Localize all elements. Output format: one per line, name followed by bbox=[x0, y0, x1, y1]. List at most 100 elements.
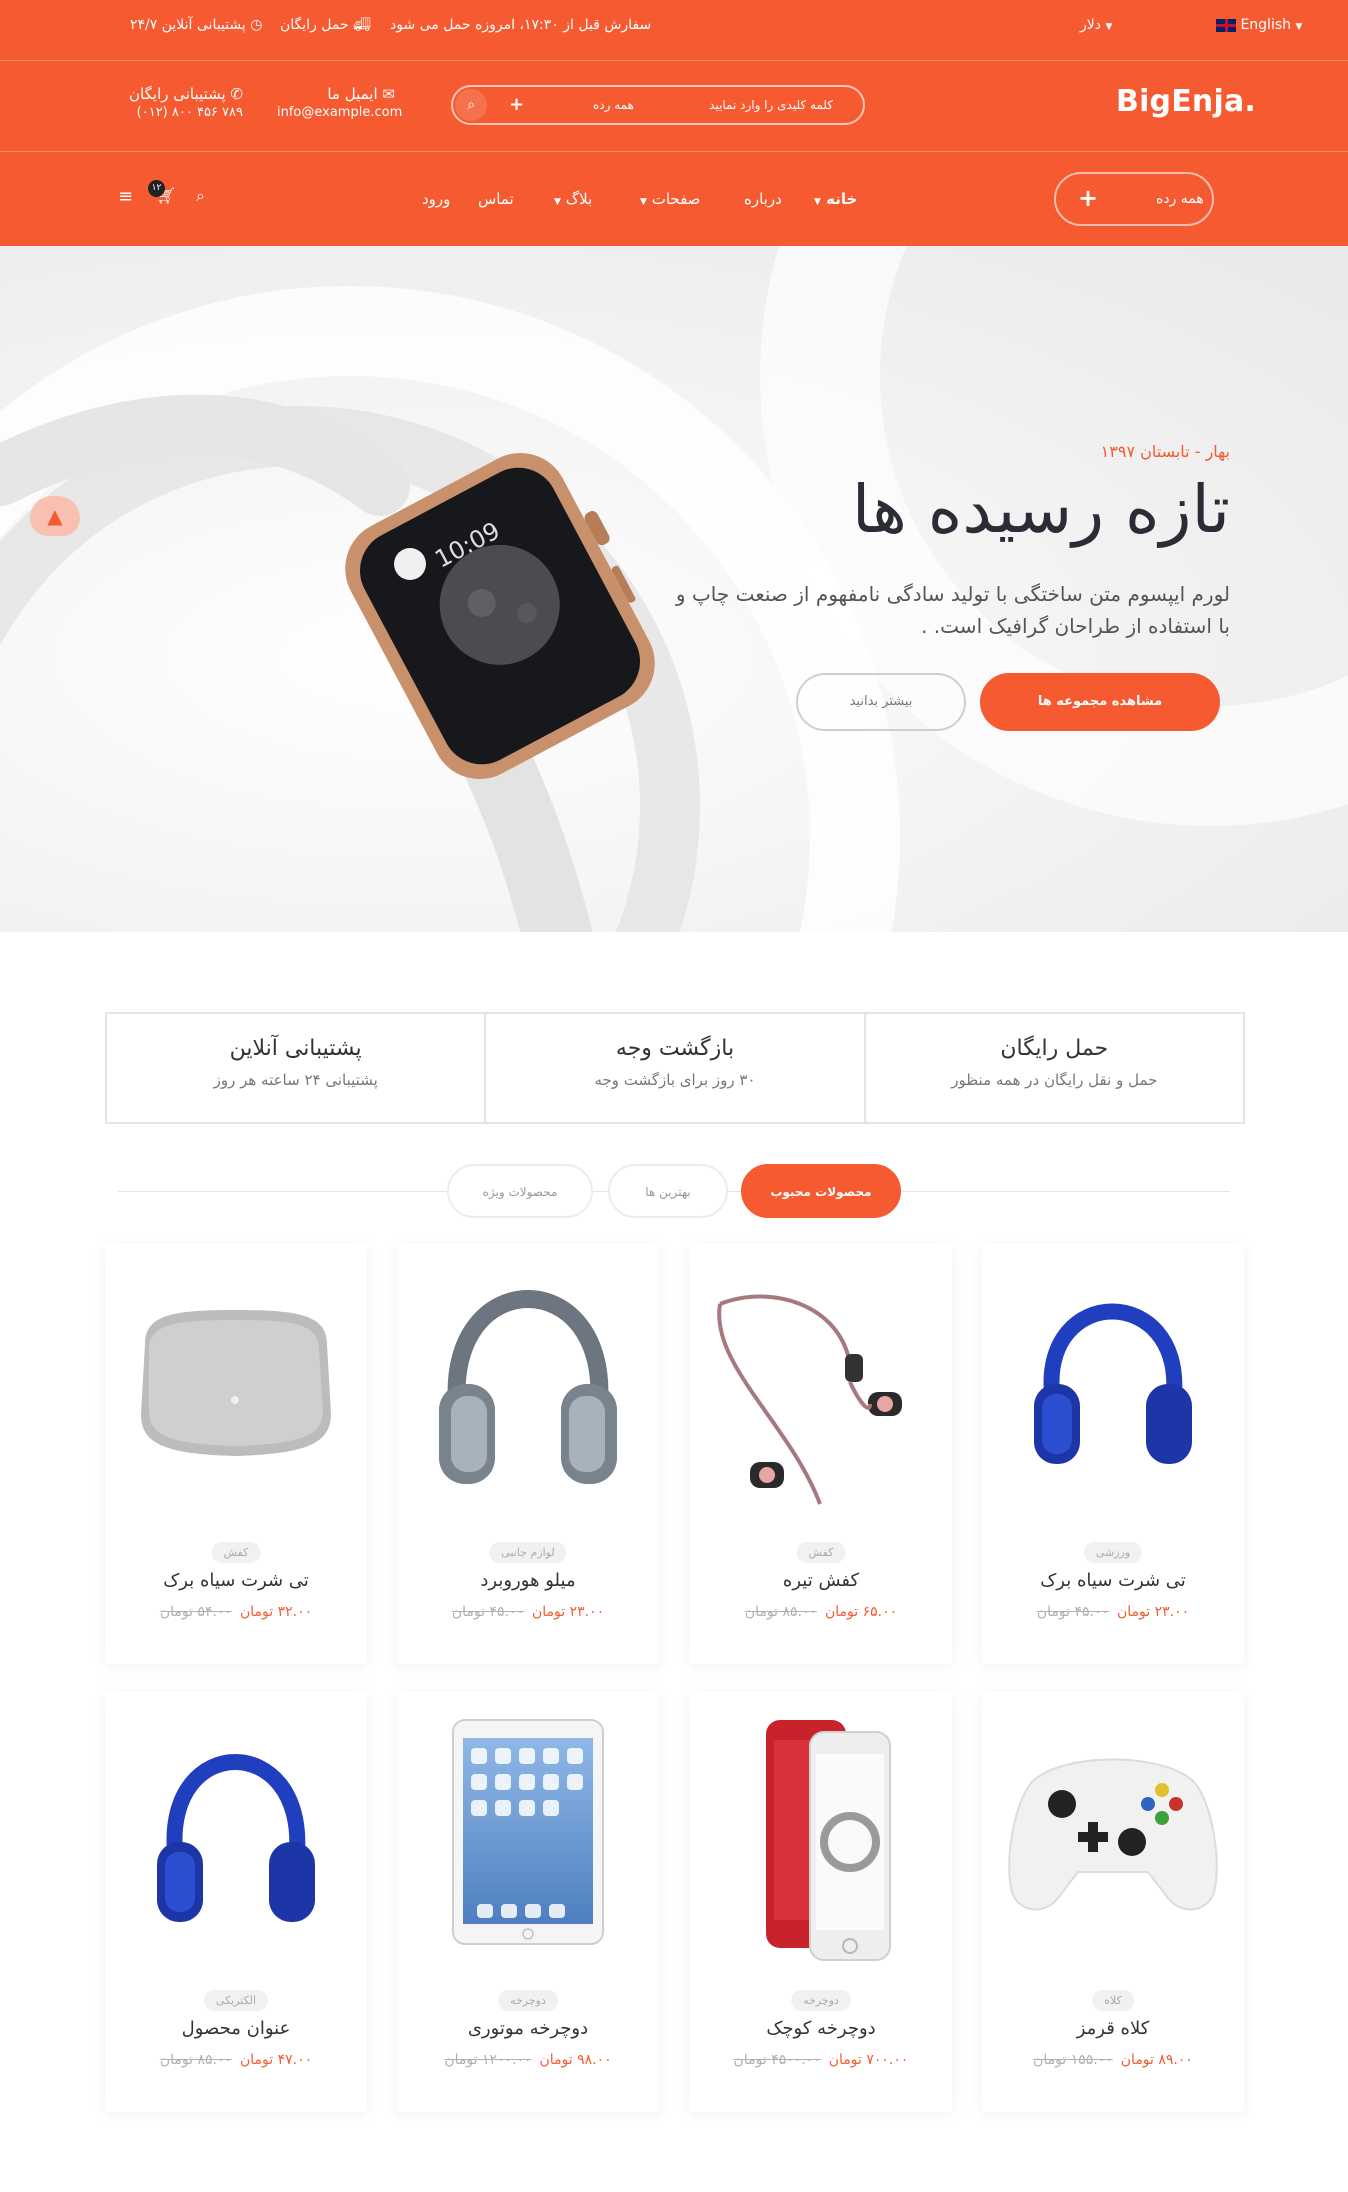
support-text: ۲۴/۷ پشتیبانی آنلاین bbox=[130, 17, 246, 33]
free-shipping-note: حمل رایگان 🚚︎ bbox=[280, 17, 371, 33]
phone-contact: پشتیبانی رایگان ✆ (۰۱۲) ۸۰۰ ۴۵۶ ۷۸۹ bbox=[118, 84, 243, 122]
all-categories-label: همه رده bbox=[1156, 191, 1204, 207]
hero-title: تازه رسیده ها bbox=[851, 471, 1230, 548]
currency-selector[interactable]: دلار ▼ bbox=[1080, 17, 1112, 33]
product-price: ۳۲.۰۰ تومان ۵۴.۰۰ تومان bbox=[105, 1604, 367, 1620]
language-selector[interactable]: English ▼ bbox=[1210, 17, 1302, 33]
nav-item-home[interactable]: ▼ خانه bbox=[814, 190, 857, 208]
product-card[interactable]: ورزشی تی شرت سیاه برک ۲۳.۰۰ تومان ۴۵.۰۰ ت… bbox=[982, 1244, 1244, 1664]
divider bbox=[0, 60, 1348, 61]
language-label: English bbox=[1240, 17, 1292, 33]
email-contact: ایمیل ما ✉ info@example.com bbox=[277, 84, 402, 122]
price-old: ۱۵۵.۰۰ تومان bbox=[1033, 2052, 1113, 2068]
red-phone-icon bbox=[766, 1720, 891, 1961]
product-card[interactable]: کفش کفش تیره ۶۵.۰۰ تومان ۸۵.۰۰ تومان bbox=[690, 1244, 952, 1664]
view-collections-button[interactable]: مشاهده مجموعه ها bbox=[980, 673, 1220, 731]
feature-title: پشتیبانی آنلاین bbox=[229, 1036, 362, 1061]
price-current: ۷۰۰.۰۰ تومان bbox=[828, 2052, 909, 2068]
product-price: ۷۰۰.۰۰ تومان ۴۵۰۰.۰۰ تومان bbox=[690, 2052, 952, 2068]
menu-icon[interactable]: ≡ bbox=[118, 186, 133, 207]
product-name[interactable]: کفش تیره bbox=[690, 1570, 952, 1591]
price-old: ۴۵۰۰.۰۰ تومان bbox=[733, 2052, 821, 2068]
product-price: ۴۷.۰۰ تومان ۸۵.۰۰ تومان bbox=[105, 2052, 367, 2068]
email-title: ایمیل ما bbox=[327, 85, 378, 103]
product-card[interactable]: لوازم جانبی میلو هوروبرد ۲۳.۰۰ تومان ۴۵.۰… bbox=[397, 1244, 659, 1664]
divider bbox=[0, 151, 1348, 152]
product-name[interactable]: عنوان محصول bbox=[105, 2018, 367, 2039]
plus-icon: + bbox=[1078, 184, 1099, 212]
currency-label: دلار bbox=[1080, 17, 1101, 33]
support-note: ۲۴/۷ پشتیبانی آنلاین ◷ bbox=[130, 17, 262, 33]
price-current: ۲۳.۰۰ تومان bbox=[1117, 1604, 1190, 1620]
blue-headphones-icon bbox=[157, 1754, 315, 1922]
chevron-down-icon: ▼ bbox=[814, 197, 821, 207]
phone-icon: ✆ bbox=[230, 85, 243, 103]
category-plus-icon[interactable]: + bbox=[509, 94, 524, 115]
price-current: ۹۸.۰۰ تومان bbox=[539, 2052, 612, 2068]
product-price: ۸۹.۰۰ تومان ۱۵۵.۰۰ تومان bbox=[982, 2052, 1244, 2068]
search-icon[interactable]: ⌕ bbox=[196, 186, 205, 206]
product-tag: دوچرخه bbox=[791, 1990, 851, 2011]
grey-headphones-icon bbox=[439, 1290, 617, 1484]
tab-best[interactable]: بهترین ها bbox=[608, 1164, 728, 1218]
chevron-down-icon: ▼ bbox=[1295, 22, 1303, 32]
product-price: ۲۳.۰۰ تومان ۴۵.۰۰ تومان bbox=[982, 1604, 1244, 1620]
nav-pages-label: صفحات bbox=[651, 190, 701, 208]
product-name[interactable]: دوچرخه کوچک bbox=[690, 2018, 952, 2039]
envelope-icon: ✉ bbox=[382, 85, 395, 103]
nav-home-label: خانه bbox=[826, 190, 858, 208]
smartwatch-image: 10:09 bbox=[0, 394, 655, 932]
flag-uk-icon bbox=[1216, 18, 1236, 32]
feature-title: حمل رایگان bbox=[1000, 1036, 1109, 1061]
site-logo[interactable]: BigEnja. bbox=[1116, 84, 1256, 119]
product-tag: کفش bbox=[796, 1542, 846, 1563]
speaker-icon bbox=[141, 1310, 331, 1456]
product-name[interactable]: تی شرت سیاه برک bbox=[982, 1570, 1244, 1591]
product-name[interactable]: میلو هوروبرد bbox=[397, 1570, 659, 1591]
product-card[interactable]: کفش تی شرت سیاه برک ۳۲.۰۰ تومان ۵۴.۰۰ توم… bbox=[105, 1244, 367, 1664]
product-tag: کلاه bbox=[1092, 1990, 1134, 2011]
tab-popular[interactable]: محصولات محبوب bbox=[741, 1164, 901, 1218]
nav-item-blog[interactable]: ▼ بلاگ bbox=[554, 190, 592, 208]
rocket-icon[interactable]: ▲ bbox=[30, 496, 80, 536]
phone-value: (۰۱۲) ۸۰۰ ۴۵۶ ۷۸۹ bbox=[136, 105, 243, 121]
feature-desc: حمل و نقل رایگان در همه منظور bbox=[951, 1071, 1158, 1089]
product-card[interactable]: دوچرخه دوچرخه موتوری ۹۸.۰۰ تومان ۱۲۰۰.۰۰ … bbox=[397, 1692, 659, 2112]
price-old: ۸۵.۰۰ تومان bbox=[744, 1604, 817, 1620]
product-price: ۹۸.۰۰ تومان ۱۲۰۰.۰۰ تومان bbox=[397, 2052, 659, 2068]
search-icon: ⌕ bbox=[467, 97, 475, 113]
product-name[interactable]: کلاه قرمز bbox=[982, 2018, 1244, 2039]
email-value[interactable]: info@example.com bbox=[277, 104, 402, 122]
tab-featured[interactable]: محصولات ویژه bbox=[447, 1164, 593, 1218]
product-tag: کفش bbox=[211, 1542, 261, 1563]
nav-item-pages[interactable]: ▼ صفحات bbox=[640, 190, 700, 208]
chevron-down-icon: ▼ bbox=[554, 197, 561, 207]
product-card[interactable]: دوچرخه دوچرخه کوچک ۷۰۰.۰۰ تومان ۴۵۰۰.۰۰ ت… bbox=[690, 1692, 952, 2112]
cart-count-badge: ۱۲ bbox=[148, 180, 165, 197]
truck-icon: 🚚︎ bbox=[353, 17, 371, 33]
nav-item-login[interactable]: ورود bbox=[422, 190, 450, 208]
clock-icon: ◷ bbox=[250, 17, 263, 33]
product-card[interactable]: الکتریکی عنوان محصول ۴۷.۰۰ تومان ۸۵.۰۰ تو… bbox=[105, 1692, 367, 2112]
price-current: ۳۲.۰۰ تومان bbox=[240, 1604, 313, 1620]
nav-item-about[interactable]: درباره bbox=[744, 190, 782, 208]
product-name[interactable]: تی شرت سیاه برک bbox=[105, 1570, 367, 1591]
product-card[interactable]: کلاه کلاه قرمز ۸۹.۰۰ تومان ۱۵۵.۰۰ تومان bbox=[982, 1692, 1244, 2112]
hero-section: 10:09 ▲ بهار - تابستان ۱۳۹۷ تازه رسیده ه… bbox=[0, 246, 1348, 932]
learn-more-button[interactable]: بیشتر بدانید bbox=[796, 673, 966, 731]
product-tag: الکتریکی bbox=[203, 1990, 269, 2011]
chevron-down-icon: ▼ bbox=[640, 197, 647, 207]
nav-blog-label: بلاگ bbox=[565, 190, 593, 208]
feature-online-support: پشتیبانی آنلاین پشتیبانی ۲۴ ساعته هر روز bbox=[107, 1014, 484, 1122]
product-price: ۲۳.۰۰ تومان ۴۵.۰۰ تومان bbox=[397, 1604, 659, 1620]
search-category[interactable]: همه رده bbox=[593, 98, 634, 112]
product-tag: دوچرخه bbox=[498, 1990, 558, 2011]
all-categories-button[interactable]: + همه رده bbox=[1054, 172, 1214, 226]
nav-item-contact[interactable]: تماس bbox=[478, 190, 514, 208]
search-button[interactable]: ⌕ bbox=[455, 89, 487, 121]
free-shipping-text: حمل رایگان bbox=[280, 17, 349, 33]
search-input[interactable] bbox=[663, 93, 833, 117]
site-header: English ▼ دلار ▼ ۲۴/۷ پشتیبانی آنلاین ◷ … bbox=[0, 0, 1348, 246]
product-name[interactable]: دوچرخه موتوری bbox=[397, 2018, 659, 2039]
price-current: ۶۵.۰۰ تومان bbox=[825, 1604, 898, 1620]
